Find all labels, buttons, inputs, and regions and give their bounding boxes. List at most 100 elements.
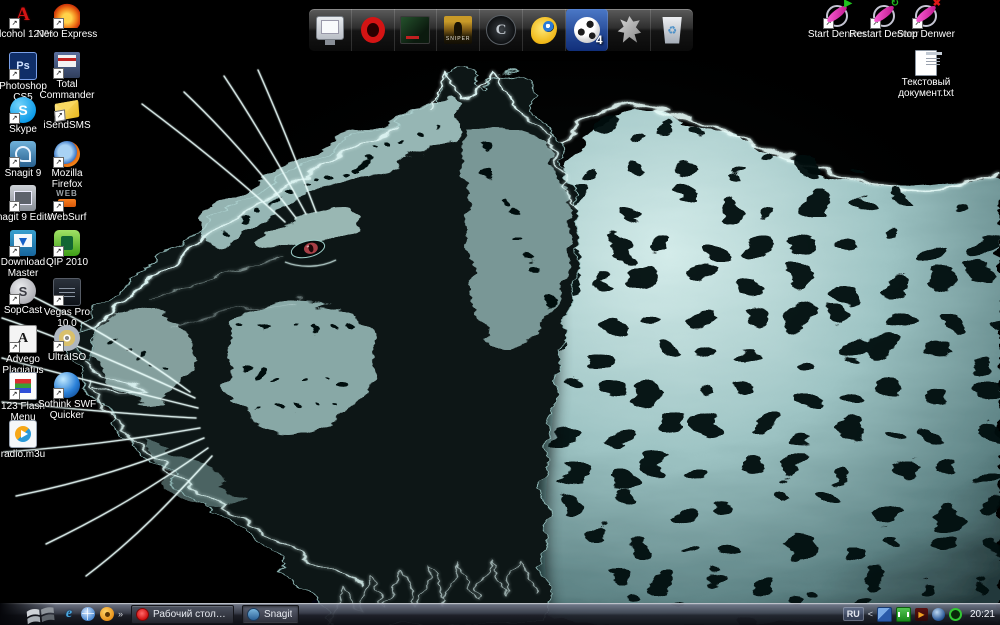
task-button-opera-window[interactable]: Рабочий стол! - Фор...: [131, 605, 234, 624]
window-title: Snagit: [264, 609, 292, 620]
stop-badge-icon: ✖: [933, 0, 941, 9]
desktop-icon-ultraiso[interactable]: UltraISO: [44, 325, 90, 363]
desktop-icon-firefox[interactable]: Mozilla Firefox: [44, 141, 90, 190]
desktop-icon-total-commander[interactable]: Total Commander: [44, 52, 90, 101]
task-button-snagit-window[interactable]: Snagit: [242, 605, 299, 624]
soccer-ball-icon: 4: [574, 17, 600, 43]
shortcut-arrow-icon: [53, 388, 64, 399]
desktop-icon-vegas[interactable]: Vegas Pro 10.0: [44, 278, 90, 329]
shortcut-arrow-icon: [53, 201, 64, 212]
dock-item-recycle-bin[interactable]: [651, 9, 693, 51]
game-emblem-icon: [486, 15, 516, 45]
denwer-feather-icon: ✖: [913, 2, 939, 28]
tray-antivirus-icon[interactable]: [949, 608, 962, 621]
shortcut-arrow-icon: [53, 295, 64, 306]
icon-label: UltraISO: [35, 352, 99, 363]
shortcut-arrow-icon: [53, 18, 64, 29]
desktop-icon-radio-m3u[interactable]: radio.m3u: [0, 420, 46, 460]
desktop-icon-download-master[interactable]: Download Master: [0, 230, 46, 279]
icon-label: WebSurf: [35, 212, 99, 223]
desktop-icon-text-file[interactable]: Текстовый документ.txt: [896, 50, 956, 99]
shortcut-arrow-icon: [9, 18, 20, 29]
tray-download-master-icon[interactable]: [896, 607, 911, 622]
sothink-orb-icon: [54, 372, 80, 398]
opera-icon: [361, 17, 385, 43]
shortcut-arrow-icon: [9, 113, 20, 124]
windows-flag-icon: [25, 605, 56, 625]
globe-icon[interactable]: [81, 607, 95, 621]
icon-label: radio.m3u: [0, 449, 55, 460]
dock-item-football-game[interactable]: 4: [566, 9, 609, 51]
window-title: Рабочий стол! - Фор...: [153, 609, 227, 620]
playlist-file-icon: [9, 420, 37, 448]
desktop-icon-stop-denwer[interactable]: ✖ Stop Denwer: [897, 2, 955, 40]
cd-disc-icon: [54, 325, 80, 351]
denwer-feather-icon: ▶: [824, 2, 850, 28]
dock-item-my-computer[interactable]: [309, 9, 352, 51]
dock-item-opera[interactable]: [352, 9, 395, 51]
internet-explorer-icon[interactable]: e: [62, 607, 76, 621]
dock-item-game-figure[interactable]: [608, 9, 651, 51]
dock: SNIPER 4: [308, 8, 694, 52]
desktop-icon-sothink[interactable]: Sothink SWF Quicker: [44, 372, 90, 421]
sopcast-icon: S: [10, 278, 36, 304]
shortcut-arrow-icon: [53, 246, 64, 257]
photoshop-icon: Ps: [9, 52, 37, 80]
game-figure-icon: [616, 16, 642, 44]
start-button[interactable]: [0, 603, 56, 625]
envelope-icon: [55, 100, 80, 121]
sniper-caption: SNIPER: [446, 36, 471, 44]
taskbar: e » Рабочий стол! - Фор... Snagit RU < 2…: [0, 603, 1000, 625]
language-indicator[interactable]: RU: [843, 607, 864, 621]
shortcut-arrow-icon: [870, 18, 881, 29]
snagit-editor-icon: [10, 185, 36, 211]
websurf-icon: WEB: [54, 185, 80, 211]
tray-messenger-icon[interactable]: [932, 608, 945, 621]
sniper-game-icon: SNIPER: [444, 16, 472, 44]
dock-item-camfrog[interactable]: [523, 9, 566, 51]
shortcut-arrow-icon: [53, 157, 64, 168]
icon-label: Sothink SWF Quicker: [35, 399, 99, 421]
tray-media-player-icon[interactable]: [915, 608, 928, 621]
desktop-icon-isendsms[interactable]: iSendSMS: [44, 97, 90, 131]
quick-launch: e: [62, 607, 114, 621]
pes-game-icon: [400, 16, 430, 44]
desktop-icon-advego[interactable]: A Advego Plagiatus: [0, 325, 46, 376]
dock-item-game-emblem[interactable]: [480, 9, 523, 51]
shortcut-arrow-icon: [9, 246, 20, 257]
dock-item-pes-game[interactable]: [395, 9, 438, 51]
desktop-icon-websurf[interactable]: WEB WebSurf: [44, 185, 90, 223]
flash-menu-icon: [9, 372, 37, 400]
skype-icon: S: [10, 97, 36, 123]
icon-label: iSendSMS: [35, 120, 99, 131]
tray-collapse-chevron[interactable]: <: [868, 609, 873, 619]
shortcut-arrow-icon: [53, 68, 64, 79]
icon-label: Текстовый документ.txt: [887, 77, 965, 99]
desktop-icon-qip[interactable]: QIP 2010: [44, 230, 90, 268]
firefox-icon: [54, 141, 80, 167]
vegas-icon: [53, 278, 81, 306]
advego-icon: A: [9, 325, 37, 353]
orange-app-icon[interactable]: [100, 607, 114, 621]
desktop-screen: A Alcohol 120% Ps Photoshop CS5 S Skype …: [0, 0, 1000, 625]
shortcut-arrow-icon: [9, 294, 20, 305]
snagit-window-icon: [247, 608, 260, 621]
shortcut-arrow-icon: [9, 201, 20, 212]
quick-launch-overflow[interactable]: »: [118, 609, 123, 619]
total-commander-icon: [54, 52, 80, 78]
icon-label: Stop Denwer: [888, 29, 964, 40]
taskbar-clock[interactable]: 20:21: [970, 609, 995, 620]
desktop-icon-nero[interactable]: Nero Express: [44, 2, 90, 40]
shortcut-arrow-icon: [823, 18, 834, 29]
alcohol-icon: A: [10, 2, 36, 28]
icon-label: QIP 2010: [35, 257, 99, 268]
shortcut-arrow-icon: [9, 342, 20, 353]
start-badge-icon: ▶: [844, 0, 852, 9]
computer-monitor-icon: [316, 16, 344, 40]
shortcut-arrow-icon: [9, 157, 20, 168]
dock-item-sniper-game[interactable]: SNIPER: [437, 9, 480, 51]
denwer-feather-icon: ↻: [871, 2, 897, 28]
wallpaper-fractal-leopard: [0, 0, 1000, 625]
tray-network-icon[interactable]: [877, 607, 892, 622]
notepad-file-icon: [915, 50, 937, 76]
